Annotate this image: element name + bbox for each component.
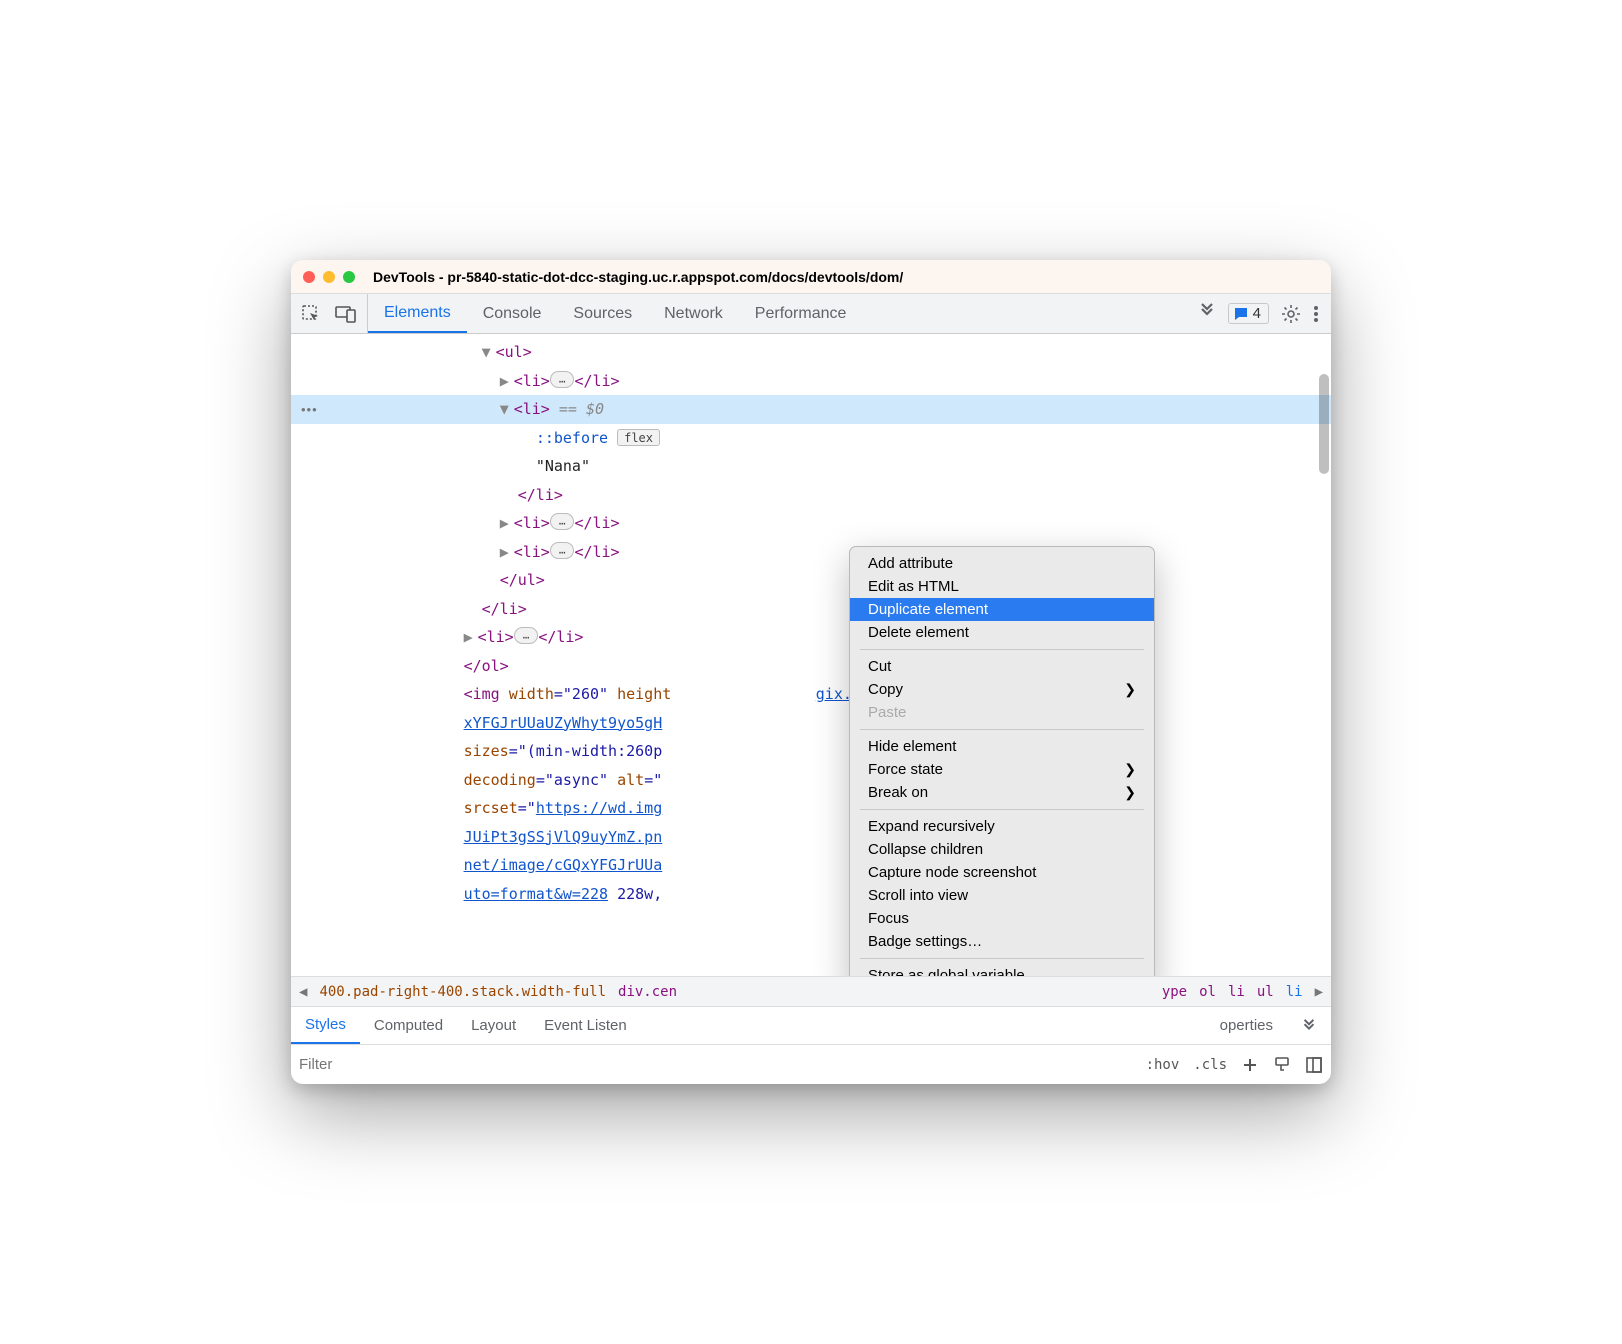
issues-badge[interactable]: 4	[1228, 303, 1269, 324]
titlebar: DevTools - pr-5840-static-dot-dcc-stagin…	[291, 260, 1331, 294]
devtools-window: DevTools - pr-5840-static-dot-dcc-stagin…	[291, 260, 1331, 1084]
new-style-rule-icon[interactable]	[1241, 1056, 1259, 1074]
panel-tabs: Elements Console Sources Network Perform…	[368, 294, 862, 333]
selected-node-row[interactable]: ▼<li> == $0	[291, 395, 1331, 424]
menu-force-state[interactable]: Force state❯	[850, 758, 1154, 781]
tab-network[interactable]: Network	[648, 294, 739, 333]
menu-capture-screenshot[interactable]: Capture node screenshot	[850, 861, 1154, 884]
breadcrumb-item[interactable]: ul	[1257, 984, 1274, 1000]
window-title: DevTools - pr-5840-static-dot-dcc-stagin…	[373, 269, 903, 285]
context-menu: Add attribute Edit as HTML Duplicate ele…	[849, 546, 1155, 976]
menu-delete-element[interactable]: Delete element	[850, 621, 1154, 644]
menu-separator	[860, 729, 1144, 730]
dom-tree[interactable]: ▼<ul> ▶<li>⋯</li> ▼<li> == $0 ::before f…	[291, 334, 1331, 976]
elements-panel: ••• ▼<ul> ▶<li>⋯</li> ▼<li> == $0 ::befo…	[291, 334, 1331, 976]
chevron-right-icon: ❯	[1124, 681, 1136, 698]
styles-subtabs: Styles Computed Layout Event Listen oper…	[291, 1006, 1331, 1044]
menu-badge-settings[interactable]: Badge settings…	[850, 930, 1154, 953]
subtab-properties[interactable]: operties	[1206, 1007, 1287, 1044]
subtab-styles[interactable]: Styles	[291, 1007, 360, 1044]
filter-input[interactable]	[299, 1056, 1136, 1073]
node-li[interactable]: <li>	[478, 628, 514, 646]
tab-elements[interactable]: Elements	[368, 294, 467, 333]
menu-expand-recursively[interactable]: Expand recursively	[850, 815, 1154, 838]
issues-count: 4	[1253, 305, 1261, 322]
menu-focus[interactable]: Focus	[850, 907, 1154, 930]
toolbar-right: 4	[1186, 294, 1331, 333]
menu-separator	[860, 649, 1144, 650]
paintbrush-icon[interactable]	[1273, 1056, 1291, 1074]
breadcrumb-item[interactable]: li	[1228, 984, 1245, 1000]
node-li[interactable]: <li>	[514, 372, 550, 390]
inspect-icon[interactable]	[301, 304, 321, 324]
breadcrumb-bar[interactable]: ◀ 400.pad-right-400.stack.width-full div…	[291, 976, 1331, 1006]
menu-store-global[interactable]: Store as global variable	[850, 964, 1154, 976]
subtabs-overflow-icon[interactable]	[1287, 1007, 1331, 1044]
styles-filter-bar: :hov .cls	[291, 1044, 1331, 1084]
settings-icon[interactable]	[1281, 304, 1301, 324]
computed-panel-icon[interactable]	[1305, 1056, 1323, 1074]
breadcrumb-item[interactable]: ype	[1162, 984, 1187, 1000]
menu-paste: Paste	[850, 701, 1154, 724]
node-ul[interactable]: <ul>	[496, 343, 532, 361]
scrollbar[interactable]	[1319, 374, 1329, 474]
tab-console[interactable]: Console	[467, 294, 558, 333]
chevron-right-icon: ❯	[1124, 784, 1136, 801]
subtab-computed[interactable]: Computed	[360, 1007, 457, 1044]
node-li-close[interactable]: </li>	[518, 486, 563, 504]
menu-scroll-into-view[interactable]: Scroll into view	[850, 884, 1154, 907]
node-img[interactable]: <img width="260" height gix.net/image/cG…	[291, 680, 1331, 709]
maximize-window-button[interactable]	[343, 271, 355, 283]
node-li[interactable]: <li>	[514, 543, 550, 561]
traffic-lights	[303, 271, 355, 283]
breadcrumb-scroll-left[interactable]: ◀	[299, 984, 307, 1000]
pseudo-before[interactable]: ::before	[536, 429, 608, 447]
menu-hide-element[interactable]: Hide element	[850, 735, 1154, 758]
chevron-right-icon: ❯	[1124, 761, 1136, 778]
menu-add-attribute[interactable]: Add attribute	[850, 552, 1154, 575]
menu-separator	[860, 809, 1144, 810]
breadcrumb-item[interactable]: ol	[1199, 984, 1216, 1000]
breadcrumb-item-selected[interactable]: li	[1286, 984, 1303, 1000]
node-ol-close[interactable]: </ol>	[464, 657, 509, 675]
menu-collapse-children[interactable]: Collapse children	[850, 838, 1154, 861]
menu-edit-as-html[interactable]: Edit as HTML	[850, 575, 1154, 598]
cls-toggle[interactable]: .cls	[1193, 1057, 1227, 1073]
close-window-button[interactable]	[303, 271, 315, 283]
node-li[interactable]: <li>	[514, 514, 550, 532]
node-ul-close[interactable]: </ul>	[500, 571, 545, 589]
text-node[interactable]: "Nana"	[536, 457, 590, 475]
subtab-event-listeners[interactable]: Event Listen	[530, 1007, 641, 1044]
subtab-layout[interactable]: Layout	[457, 1007, 530, 1044]
tab-performance[interactable]: Performance	[739, 294, 863, 333]
gutter-icon[interactable]: •••	[301, 402, 318, 417]
flex-badge[interactable]: flex	[617, 429, 660, 446]
menu-duplicate-element[interactable]: Duplicate element	[850, 598, 1154, 621]
menu-separator	[860, 958, 1144, 959]
toolbar-left	[291, 294, 368, 333]
menu-cut[interactable]: Cut	[850, 655, 1154, 678]
menu-break-on[interactable]: Break on❯	[850, 781, 1154, 804]
breadcrumb-item[interactable]: 400.pad-right-400.stack.width-full	[319, 984, 606, 1000]
hover-toggle[interactable]: :hov	[1146, 1057, 1180, 1073]
menu-copy[interactable]: Copy❯	[850, 678, 1154, 701]
tab-sources[interactable]: Sources	[557, 294, 648, 333]
tabs-overflow-icon[interactable]	[1198, 302, 1216, 325]
breadcrumb-scroll-right[interactable]: ▶	[1315, 984, 1323, 1000]
ellipsis-pill[interactable]: ⋯	[550, 371, 575, 388]
minimize-window-button[interactable]	[323, 271, 335, 283]
breadcrumb-item[interactable]: div.cen	[618, 984, 677, 1000]
more-icon[interactable]	[1313, 305, 1319, 323]
main-toolbar: Elements Console Sources Network Perform…	[291, 294, 1331, 334]
device-toggle-icon[interactable]	[335, 305, 357, 323]
